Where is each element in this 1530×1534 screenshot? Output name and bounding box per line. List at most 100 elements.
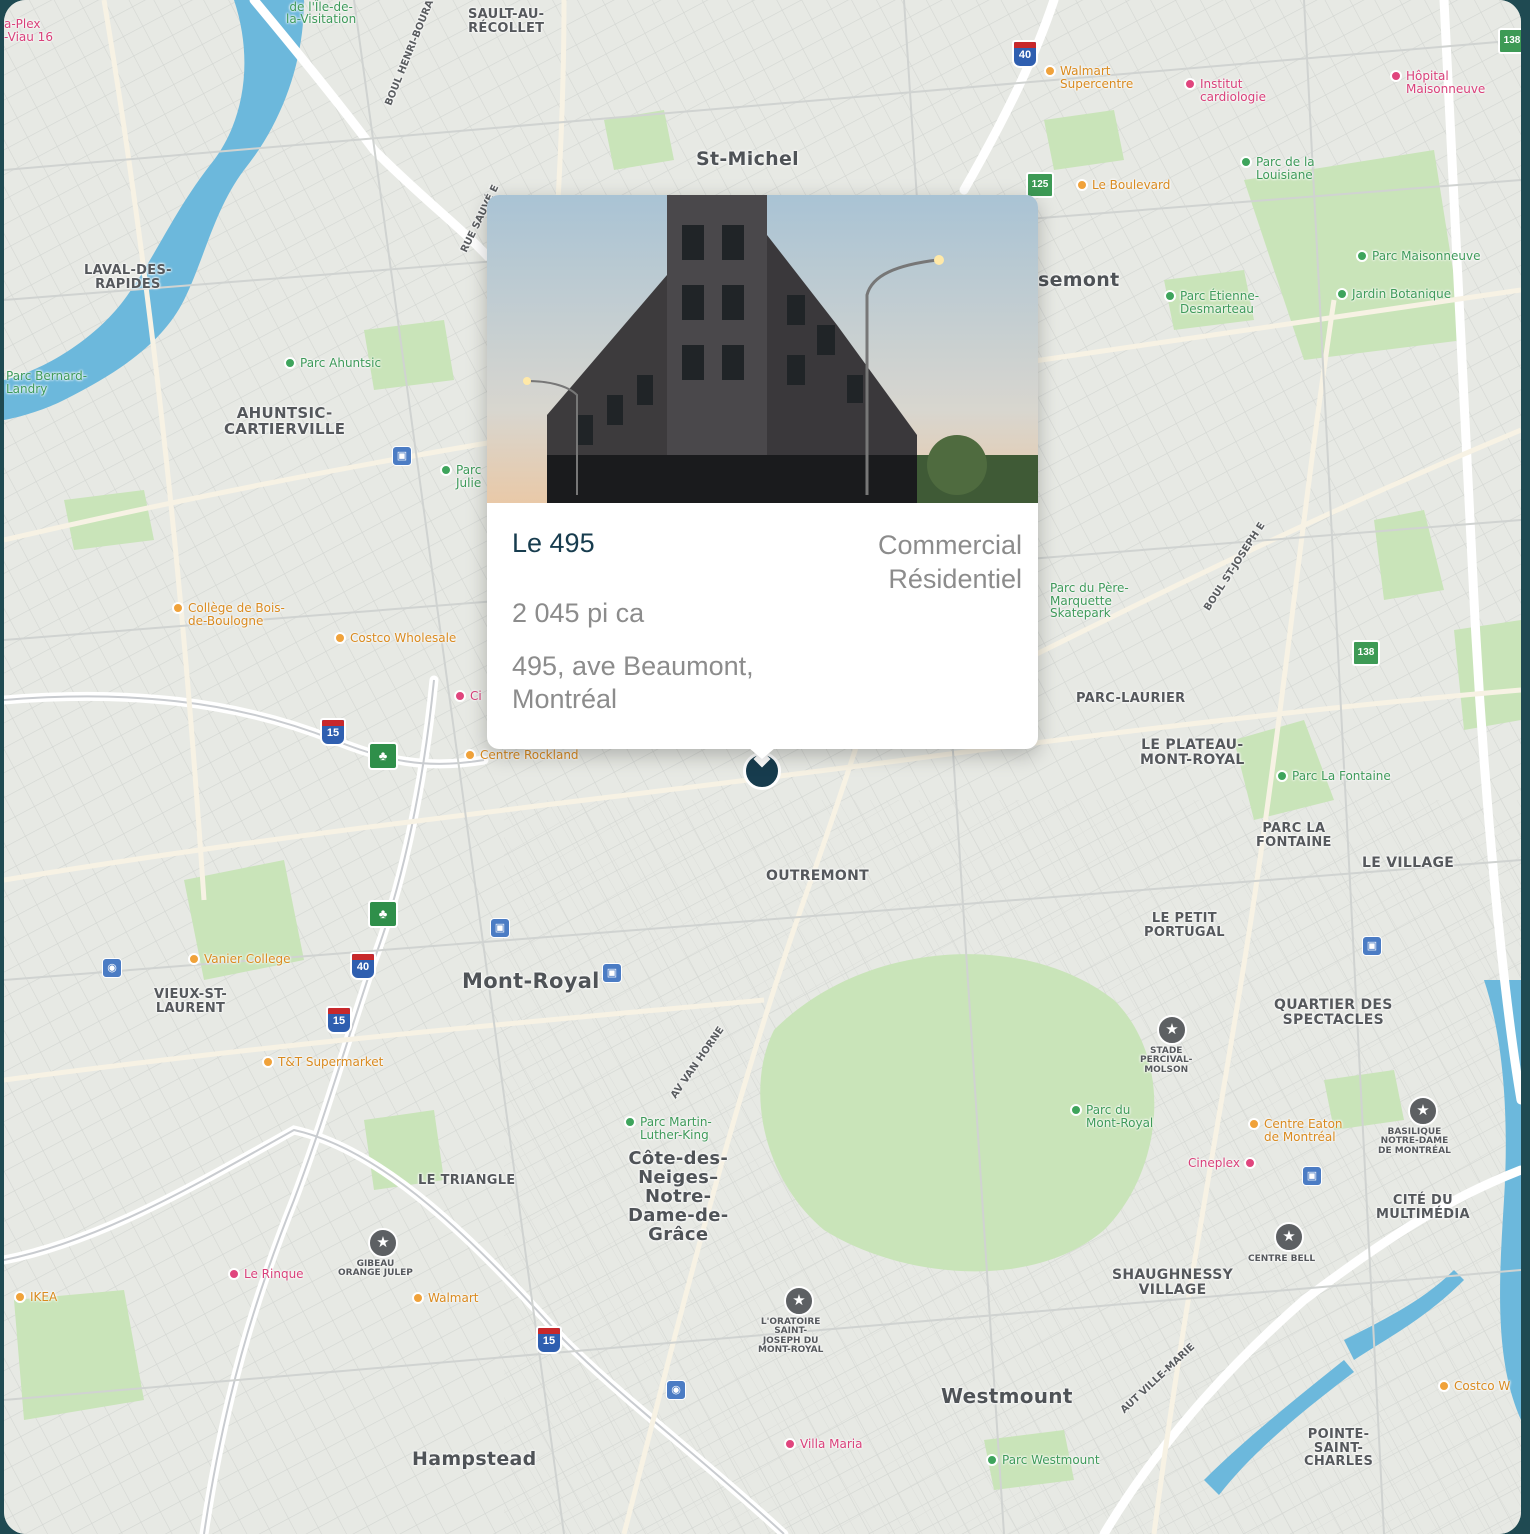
- park-icon: [624, 1116, 636, 1128]
- train-station-icon[interactable]: ▣: [1362, 936, 1382, 956]
- label-le-village: LE VILLAGE: [1362, 855, 1455, 871]
- park-icon: [440, 464, 452, 476]
- label-parc-la-fontaine-area: PARC LA FONTAINE: [1256, 821, 1332, 850]
- star-icon[interactable]: ★: [1157, 1015, 1187, 1045]
- poi-vanier-college[interactable]: Vanier College: [188, 953, 290, 966]
- route-138-shield: 138: [1352, 640, 1380, 666]
- poi-parc-martin-luther-king[interactable]: Parc Martin- Luther-King: [624, 1116, 712, 1141]
- property-area: 2 045 pi ca: [512, 598, 645, 628]
- school-icon: [172, 602, 184, 614]
- landmark-gibeau-orange-julep[interactable]: GIBEAU ORANGE JULEP: [338, 1259, 413, 1279]
- poi-le-boulevard[interactable]: Le Boulevard: [1076, 179, 1170, 192]
- poi-parc-bernard-landry[interactable]: Parc Bernard- Landry: [6, 370, 87, 395]
- landmark-stade-percival-molson[interactable]: STADE PERCIVAL- MOLSON: [1140, 1046, 1192, 1075]
- poi-institut-cardiologie[interactable]: Institut cardiologie: [1184, 78, 1266, 103]
- label-cote-des-neiges: Côte-des- Neiges– Notre- Dame-de- Grâce: [628, 1148, 729, 1245]
- train-station-icon[interactable]: ▣: [490, 918, 510, 938]
- poi-parc-pere-marquette[interactable]: Parc du Père- Marquette Skatepark: [1050, 582, 1129, 620]
- poi-hopital-maisonneuve[interactable]: Hôpital Maisonneuve: [1390, 70, 1485, 95]
- poi-walmart[interactable]: Walmart: [412, 1292, 478, 1305]
- poi-cinema[interactable]: Ci: [454, 690, 482, 703]
- metro-station-icon[interactable]: ◉: [666, 1380, 686, 1400]
- route-138-shield: 138: [1498, 28, 1521, 54]
- poi-parc-westmount[interactable]: Parc Westmount: [986, 1454, 1100, 1467]
- label-shaughnessy-village: SHAUGHNESSY VILLAGE: [1112, 1267, 1234, 1298]
- park-icon: [1164, 290, 1176, 302]
- poi-walmart-supercentre[interactable]: Walmart Supercentre: [1044, 65, 1133, 90]
- poi-centre-rockland[interactable]: Centre Rockland: [464, 749, 579, 762]
- poi-parc-mont-royal[interactable]: Parc du Mont-Royal: [1070, 1104, 1153, 1129]
- highway-15-shield: 15: [536, 1326, 562, 1354]
- poi-costco-wholesale[interactable]: Costco Wholesale: [334, 632, 456, 645]
- label-laval-des-rapides: LAVAL-DES- RAPIDES: [84, 263, 172, 292]
- star-icon[interactable]: ★: [784, 1286, 814, 1316]
- shopping-icon: [1438, 1380, 1450, 1392]
- property-address: 495, ave Beaumont, Montréal: [512, 650, 812, 716]
- trans-canada-icon: ♣: [368, 742, 398, 770]
- star-icon[interactable]: ★: [1408, 1096, 1438, 1126]
- hospital-icon: [1390, 70, 1402, 82]
- cinema-icon: [1243, 1157, 1256, 1169]
- label-pointe-saint-charles: POINTE- SAINT- CHARLES: [1304, 1427, 1374, 1470]
- property-title[interactable]: Le 495: [512, 528, 595, 559]
- property-types: Commercial Résidentiel: [878, 528, 1022, 596]
- poi-college-bois-de-boulogne[interactable]: Collège de Bois- de-Boulogne: [172, 602, 285, 627]
- poi-parc-ile-visitation[interactable]: Parc-nature de l'Île-de- la-Visitation: [286, 0, 356, 38]
- poi-villa-maria[interactable]: Villa Maria: [784, 1438, 862, 1451]
- label-petit-portugal: LE PETIT PORTUGAL: [1144, 911, 1225, 940]
- poi-le-rinque[interactable]: Le Rinque: [228, 1268, 304, 1281]
- cinema-icon: [454, 690, 466, 702]
- shopping-icon: [1044, 65, 1056, 77]
- star-icon[interactable]: ★: [368, 1228, 398, 1258]
- poi-parc-julien[interactable]: Parc Julie: [440, 464, 481, 489]
- poi-costco-w[interactable]: Costco W: [1438, 1380, 1510, 1393]
- label-ahuntsic-cartierville: AHUNTSIC- CARTIERVILLE: [224, 404, 346, 438]
- label-hampstead: Hampstead: [412, 1448, 537, 1470]
- property-popup-card[interactable]: Le 495 Commercial Résidentiel 2 045 pi c…: [487, 195, 1038, 759]
- highway-40-shield: 40: [350, 952, 376, 980]
- poi-cineplex[interactable]: Cineplex: [1188, 1157, 1260, 1170]
- shopping-icon: [334, 632, 346, 644]
- star-icon[interactable]: ★: [1274, 1222, 1304, 1252]
- highway-15-shield: 15: [320, 718, 346, 746]
- hospital-icon: [1184, 78, 1196, 90]
- poi-parc-maisonneuve[interactable]: Parc Maisonneuve: [1356, 250, 1480, 263]
- label-rosemont: semont: [1038, 269, 1120, 291]
- sports-icon: [228, 1268, 240, 1280]
- property-type-residential: Résidentiel: [888, 564, 1022, 594]
- label-st-michel: St-Michel: [696, 148, 799, 170]
- train-station-icon[interactable]: ▣: [392, 446, 412, 466]
- park-icon: [1240, 156, 1252, 168]
- poi-ikea[interactable]: IKEA: [14, 1291, 57, 1304]
- park-icon: [284, 357, 296, 369]
- landmark-centre-bell[interactable]: CENTRE BELL: [1248, 1254, 1315, 1264]
- building-photo: [487, 195, 1038, 503]
- shopping-icon: [1248, 1118, 1260, 1130]
- park-icon: [1336, 288, 1348, 300]
- address-line-2: Montréal: [512, 684, 618, 714]
- park-icon: [1356, 250, 1368, 262]
- shopping-icon: [1076, 179, 1088, 191]
- shopping-icon: [464, 749, 476, 761]
- address-line-1: 495, ave Beaumont,: [512, 651, 754, 681]
- poi-parc-la-fontaine[interactable]: Parc La Fontaine: [1276, 770, 1391, 783]
- poi-plex-viau[interactable]: a-Plex -Viau 16: [4, 18, 53, 43]
- landmark-oratoire-saint-joseph[interactable]: L'ORATOIRE SAINT- JOSEPH DU MONT-ROYAL: [758, 1317, 823, 1356]
- poi-parc-louisiane[interactable]: Parc de la Louisiane: [1240, 156, 1315, 181]
- park-icon: [1070, 1104, 1082, 1116]
- shopping-icon: [412, 1292, 424, 1304]
- landmark-basilique-notre-dame[interactable]: BASILIQUE NOTRE-DAME DE MONTRÉAL: [1378, 1127, 1451, 1156]
- trans-canada-icon: ♣: [368, 900, 398, 928]
- label-parc-laurier: PARC-LAURIER: [1076, 691, 1186, 706]
- poi-parc-ahuntsic[interactable]: Parc Ahuntsic: [284, 357, 381, 370]
- train-station-icon[interactable]: ▣: [1302, 1166, 1322, 1186]
- highway-15-shield: 15: [326, 1006, 352, 1034]
- route-125-shield: 125: [1026, 172, 1054, 198]
- poi-parc-etienne-desmarteau[interactable]: Parc Étienne- Desmarteau: [1164, 290, 1259, 315]
- poi-tt-supermarket[interactable]: T&T Supermarket: [262, 1056, 383, 1069]
- train-station-icon[interactable]: ▣: [602, 963, 622, 983]
- poi-jardin-botanique[interactable]: Jardin Botanique: [1336, 288, 1451, 301]
- property-type-commercial: Commercial: [877, 530, 1022, 560]
- poi-centre-eaton[interactable]: Centre Eaton de Montréal: [1248, 1118, 1343, 1143]
- metro-station-icon[interactable]: ◉: [102, 958, 122, 978]
